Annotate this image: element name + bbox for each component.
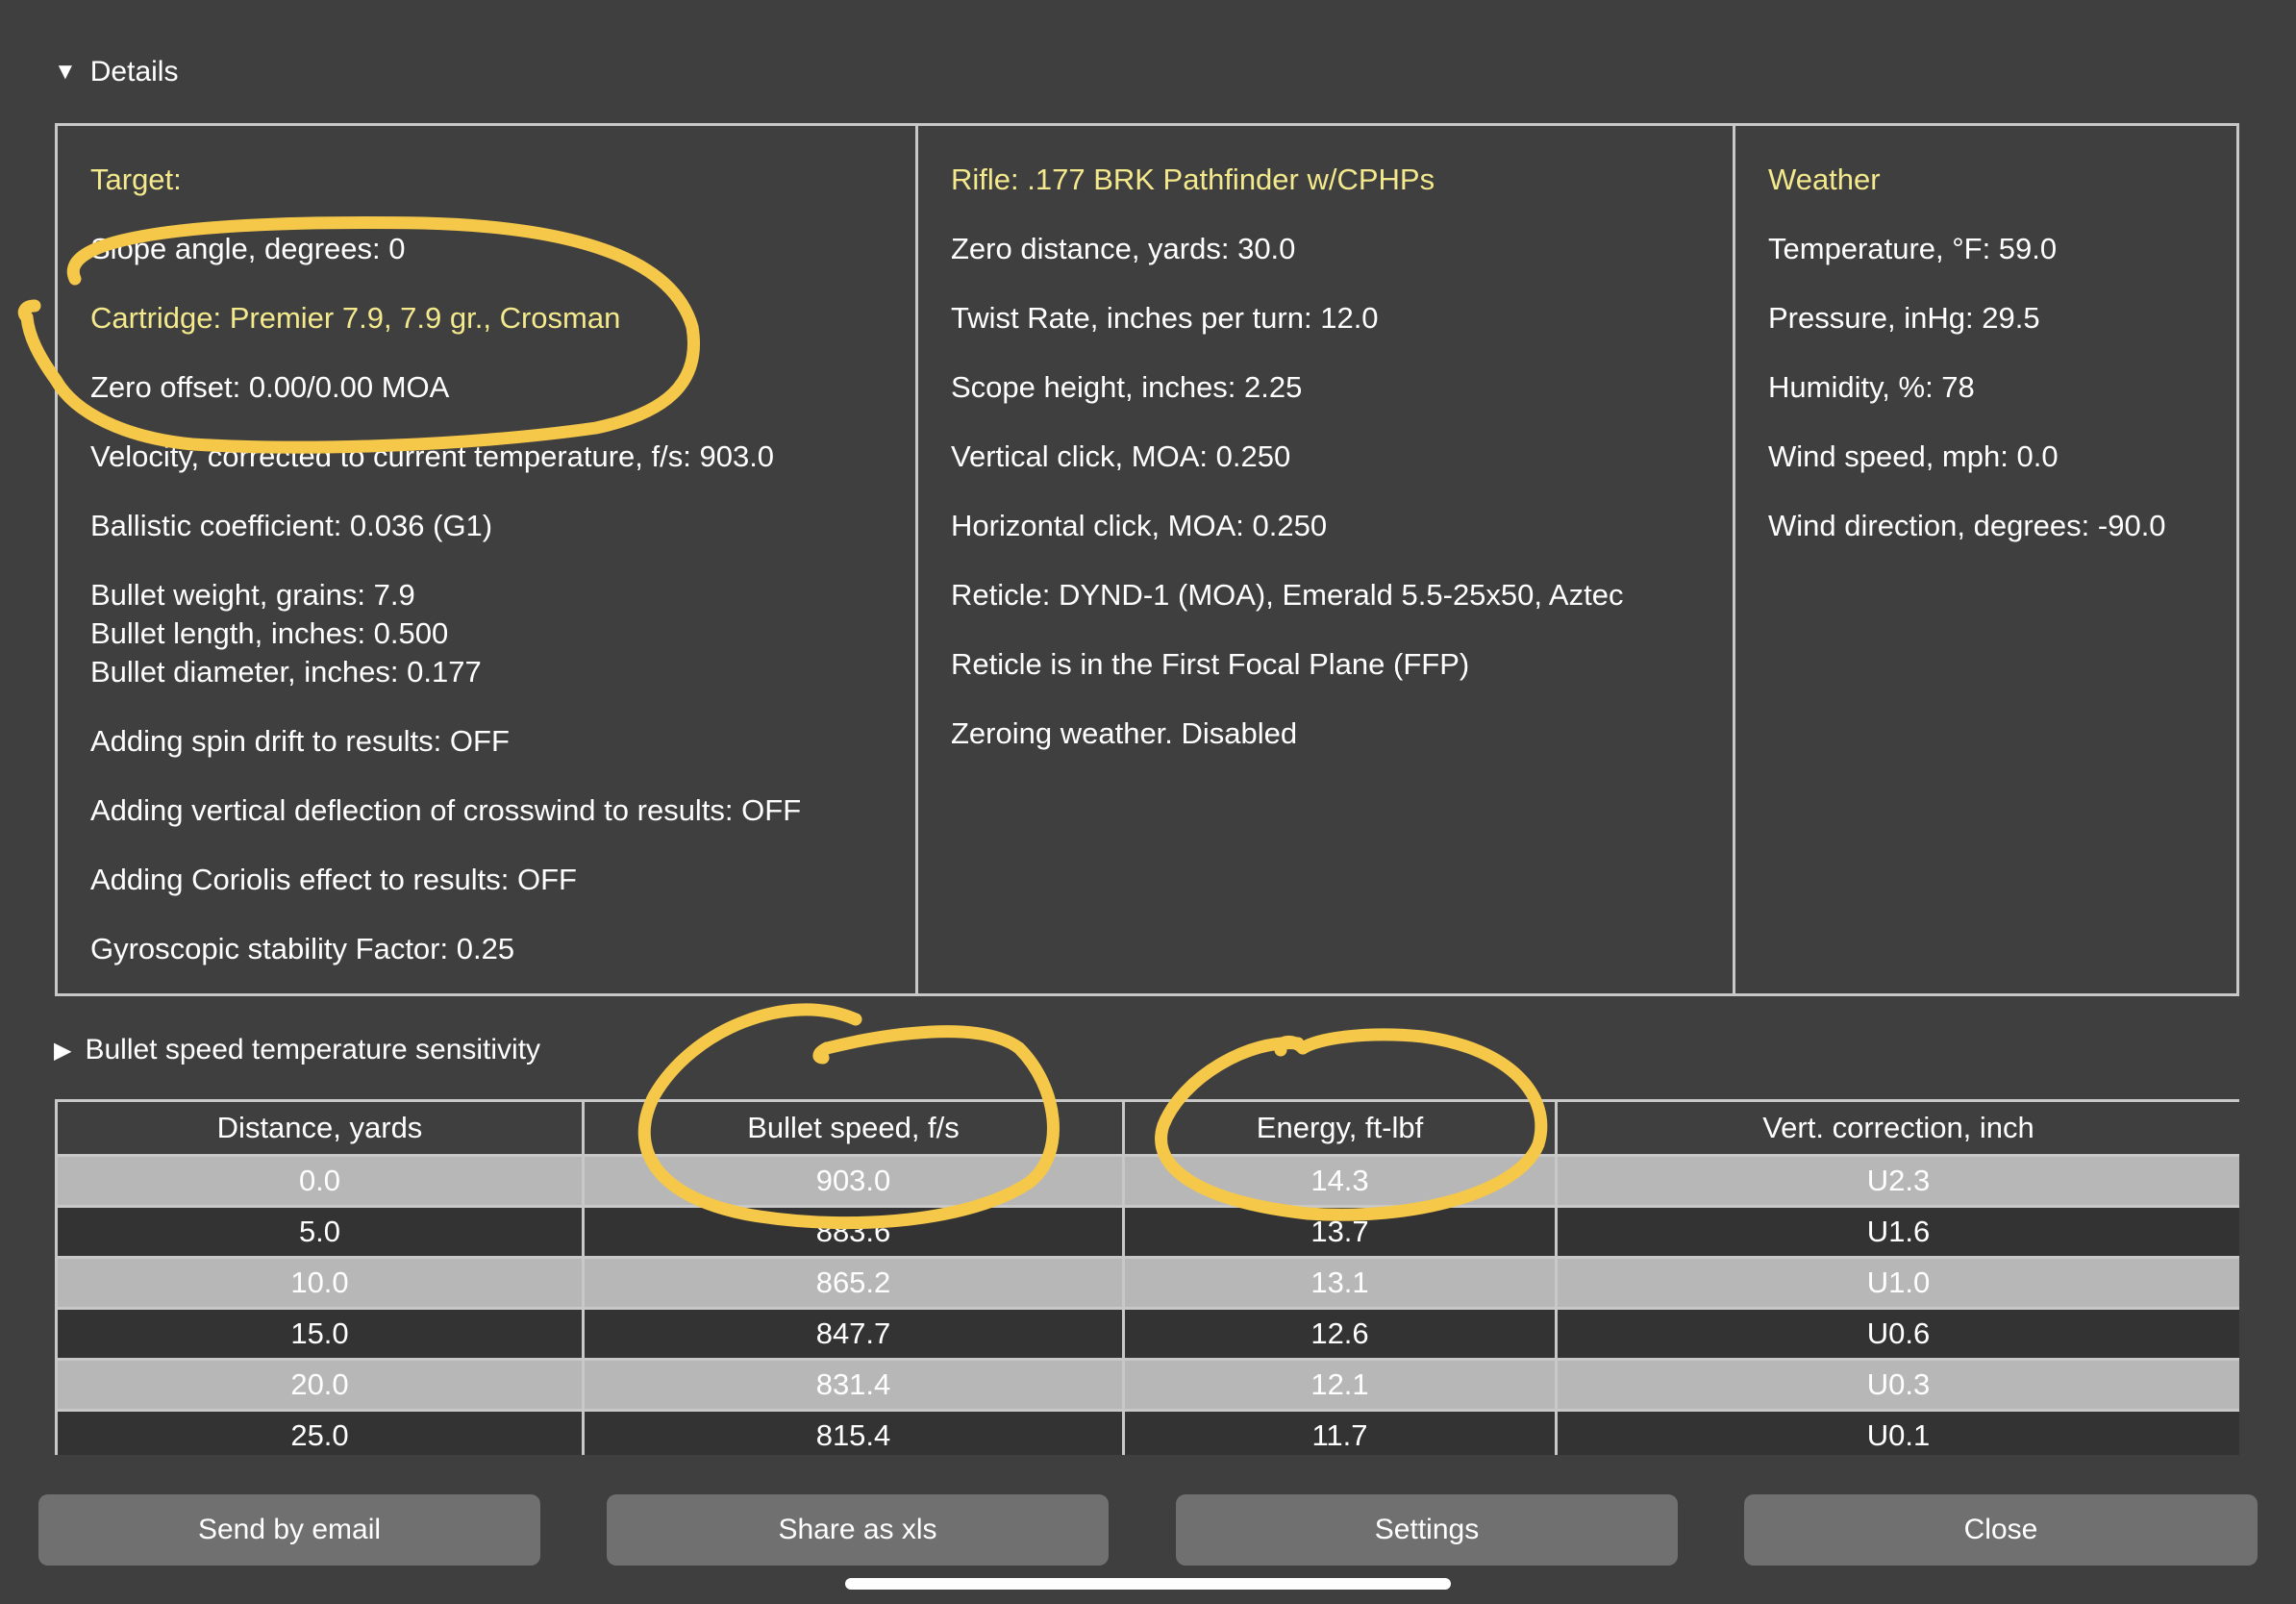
triangle-right-icon: ▶: [54, 1037, 72, 1064]
horizontal-click: Horizontal click, MOA: 0.250: [951, 509, 1328, 542]
cell-distance: 0.0: [55, 1154, 585, 1208]
zero-offset: Zero offset: 0.00/0.00 MOA: [90, 370, 450, 404]
speed-sensitivity-label: Bullet speed temperature sensitivity: [85, 1034, 541, 1065]
cell-vert-correction: U1.6: [1555, 1205, 2239, 1259]
cell-vert-correction: U2.3: [1555, 1154, 2239, 1208]
zeroing-weather: Zeroing weather. Disabled: [951, 716, 1298, 750]
pressure: Pressure, inHg: 29.5: [1768, 301, 2040, 335]
gyro-stability: Gyroscopic stability Factor: 0.25: [90, 932, 515, 965]
vertical-deflection: Adding vertical deflection of crosswind …: [90, 793, 802, 827]
focal-plane: Reticle is in the First Focal Plane (FFP…: [951, 647, 1470, 681]
table-header-row: Distance, yards Bullet speed, f/s Energy…: [55, 1099, 2239, 1157]
temperature: Temperature, °F: 59.0: [1768, 232, 2058, 265]
weather-heading: Weather: [1768, 163, 1881, 196]
cell-energy: 14.3: [1122, 1154, 1558, 1208]
settings-button[interactable]: Settings: [1176, 1494, 1678, 1566]
cell-energy: 11.7: [1122, 1409, 1558, 1455]
spin-drift: Adding spin drift to results: OFF: [90, 724, 510, 758]
cell-distance: 5.0: [55, 1205, 585, 1259]
table-row: 15.0 847.7 12.6 U0.6: [55, 1307, 2239, 1361]
header-distance: Distance, yards: [55, 1099, 585, 1157]
cell-bullet-speed: 903.0: [582, 1154, 1125, 1208]
bullet-weight: Bullet weight, grains: 7.9: [90, 578, 415, 612]
vertical-click: Vertical click, MOA: 0.250: [951, 439, 1291, 473]
cell-distance: 15.0: [55, 1307, 585, 1361]
table-row: 5.0 883.6 13.7 U1.6: [55, 1205, 2239, 1259]
target-heading: Target:: [90, 163, 182, 196]
cell-bullet-speed: 865.2: [582, 1256, 1125, 1310]
cell-distance: 20.0: [55, 1358, 585, 1412]
bullet-diameter: Bullet diameter, inches: 0.177: [90, 655, 482, 689]
results-table: Distance, yards Bullet speed, f/s Energy…: [55, 1099, 2239, 1455]
close-button[interactable]: Close: [1744, 1494, 2258, 1566]
cell-energy: 13.7: [1122, 1205, 1558, 1259]
rifle-heading: Rifle: .177 BRK Pathfinder w/CPHPs: [951, 163, 1435, 196]
speed-sensitivity-toggle[interactable]: ▶ Bullet speed temperature sensitivity: [54, 1031, 540, 1069]
home-indicator[interactable]: [845, 1578, 1451, 1590]
wind-speed: Wind speed, mph: 0.0: [1768, 439, 2059, 473]
table-row: 25.0 815.4 11.7 U0.1: [55, 1409, 2239, 1455]
coriolis-effect: Adding Coriolis effect to results: OFF: [90, 863, 577, 896]
details-label: Details: [89, 56, 179, 88]
cell-vert-correction: U0.3: [1555, 1358, 2239, 1412]
annotation-circle-speed: [812, 1041, 834, 1065]
table-row: 0.0 903.0 14.3 U2.3: [55, 1154, 2239, 1208]
cell-distance: 10.0: [55, 1256, 585, 1310]
cell-bullet-speed: 815.4: [582, 1409, 1125, 1455]
details-panel: Target: Slope angle, degrees: 0 Cartridg…: [55, 123, 2239, 996]
wind-direction: Wind direction, degrees: -90.0: [1768, 509, 2166, 542]
triangle-down-icon: ▼: [54, 59, 77, 85]
bullet-length: Bullet length, inches: 0.500: [90, 616, 449, 650]
share-xls-button[interactable]: Share as xls: [607, 1494, 1109, 1566]
twist-rate: Twist Rate, inches per turn: 12.0: [951, 301, 1379, 335]
details-toggle[interactable]: ▼ Details: [54, 53, 178, 91]
cell-energy: 13.1: [1122, 1256, 1558, 1310]
zero-distance: Zero distance, yards: 30.0: [951, 232, 1296, 265]
cell-distance: 25.0: [55, 1409, 585, 1455]
annotation-circle-cartridge: [17, 299, 41, 324]
velocity: Velocity, corrected to current temperatu…: [90, 439, 775, 473]
table-row: 10.0 865.2 13.1 U1.0: [55, 1256, 2239, 1310]
table-row: 20.0 831.4 12.1 U0.3: [55, 1358, 2239, 1412]
rifle-column: Rifle: .177 BRK Pathfinder w/CPHPs Zero …: [915, 126, 1733, 993]
target-column: Target: Slope angle, degrees: 0 Cartridg…: [58, 126, 915, 993]
send-email-button[interactable]: Send by email: [38, 1494, 540, 1566]
weather-column: Weather Temperature, °F: 59.0 Pressure, …: [1733, 126, 2236, 993]
cell-vert-correction: U1.0: [1555, 1256, 2239, 1310]
header-vert-correction: Vert. correction, inch: [1555, 1099, 2239, 1157]
ballistic-coefficient: Ballistic coefficient: 0.036 (G1): [90, 509, 493, 542]
cell-bullet-speed: 847.7: [582, 1307, 1125, 1361]
header-bullet-speed: Bullet speed, f/s: [582, 1099, 1125, 1157]
reticle: Reticle: DYND-1 (MOA), Emerald 5.5-25x50…: [951, 578, 1624, 612]
cell-bullet-speed: 831.4: [582, 1358, 1125, 1412]
cell-energy: 12.6: [1122, 1307, 1558, 1361]
cartridge-info: Cartridge: Premier 7.9, 7.9 gr., Crosman: [90, 301, 621, 335]
scope-height: Scope height, inches: 2.25: [951, 370, 1303, 404]
humidity: Humidity, %: 78: [1768, 370, 1975, 404]
header-energy: Energy, ft-lbf: [1122, 1099, 1558, 1157]
cell-bullet-speed: 883.6: [582, 1205, 1125, 1259]
slope-angle: Slope angle, degrees: 0: [90, 232, 406, 265]
cell-energy: 12.1: [1122, 1358, 1558, 1412]
cell-vert-correction: U0.6: [1555, 1307, 2239, 1361]
results-table-scroll[interactable]: Distance, yards Bullet speed, f/s Energy…: [55, 1099, 2239, 1455]
annotation-circle-energy: [1274, 1036, 1310, 1057]
cell-vert-correction: U0.1: [1555, 1409, 2239, 1455]
